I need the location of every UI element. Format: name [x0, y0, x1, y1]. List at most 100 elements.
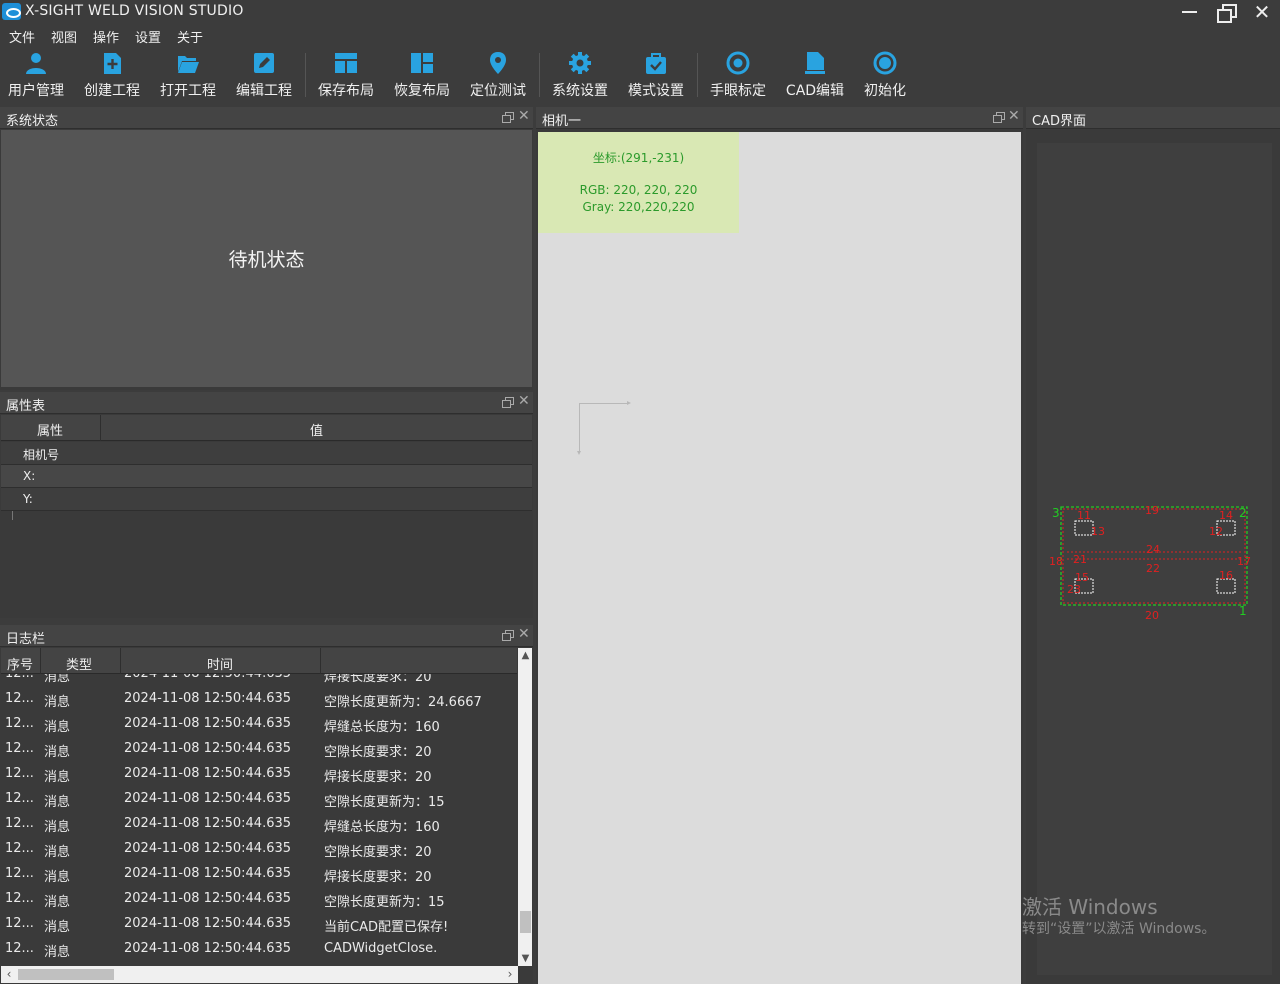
scroll-up-icon[interactable]: ▲ [518, 648, 532, 663]
log-row[interactable]: 12... 消息 2024-11-08 12:50:44.635 空隙长度要求：20 [1, 737, 517, 762]
hand-eye-calibration-button[interactable]: 手眼标定 [704, 49, 772, 101]
close-button[interactable]: ✕ [1244, 0, 1280, 24]
gear-icon [569, 52, 591, 74]
log-cell-message: 焊接长度要求：20 [324, 870, 432, 885]
user-icon [26, 53, 46, 74]
log-cell-type: 消息 [44, 695, 71, 710]
close-icon[interactable]: ✕ [1008, 108, 1020, 124]
initialize-label: 初始化 [864, 83, 906, 99]
column-divider [120, 648, 121, 674]
log-row[interactable]: 12... 消息 2024-11-08 12:50:44.635 空隙长度更新为：15 [1, 787, 517, 812]
column-header-property[interactable]: 属性 [37, 420, 63, 439]
table-row[interactable]: Y: [1, 488, 532, 511]
camera-view[interactable]: 坐标:(291,-231) RGB: 220, 220, 220 Gray: 2… [538, 132, 1021, 984]
float-icon[interactable] [502, 397, 514, 408]
log-row[interactable]: 12... 消息 2024-11-08 12:50:44.635 当前CAD配置已保存… [1, 912, 517, 937]
refresh-circle-icon [873, 51, 897, 75]
log-cell-time: 2024-11-08 12:50:44.635 [124, 941, 292, 956]
horizontal-scrollbar[interactable]: ‹ › [1, 966, 518, 983]
close-icon[interactable]: ✕ [518, 393, 530, 409]
menu-operate[interactable]: 操作 [93, 27, 119, 46]
mode-settings-button[interactable]: 模式设置 [622, 49, 690, 101]
log-row[interactable]: 12... 消息 2024-11-08 12:50:44.635 焊缝总长度为：160 [1, 712, 517, 737]
log-cell-time: 2024-11-08 12:50:44.635 [124, 816, 292, 831]
panel-title: 日志栏 [6, 632, 46, 647]
log-cell-time: 2024-11-08 12:50:44.635 [124, 716, 292, 731]
close-icon[interactable]: ✕ [518, 108, 530, 124]
scroll-down-icon[interactable]: ▼ [518, 951, 532, 966]
float-icon[interactable] [993, 112, 1005, 123]
log-cell-time: 2024-11-08 12:50:44.635 [124, 891, 292, 906]
pixel-info-overlay: 坐标:(291,-231) RGB: 220, 220, 220 Gray: 2… [538, 132, 739, 233]
log-cell-id: 12... [5, 791, 34, 806]
system-status-panel: 系统状态 ✕ 待机状态 [0, 107, 533, 390]
log-cell-type: 消息 [44, 795, 71, 810]
initialize-button[interactable]: 初始化 [854, 49, 916, 101]
axis-x-indicator [579, 401, 631, 405]
save-layout-label: 保存布局 [318, 83, 374, 99]
column-header-type[interactable]: 类型 [66, 654, 92, 673]
mode-settings-label: 模式设置 [628, 83, 684, 99]
log-cell-time: 2024-11-08 12:50:44.635 [124, 766, 292, 781]
log-cell-message: 空隙长度更新为：15 [324, 795, 445, 810]
log-cell-id: 12... [5, 766, 34, 781]
cad-label: 20 [1145, 609, 1159, 622]
open-project-button[interactable]: 打开工程 [154, 49, 222, 101]
edit-project-button[interactable]: 编辑工程 [230, 49, 298, 101]
cad-corner-label: 3 [1052, 506, 1060, 520]
cad-view[interactable]: 19 20 24 22 15 16 17 18 13 12 11 14 23 2… [1037, 143, 1272, 975]
log-row[interactable]: 12... 消息 2024-11-08 12:50:44.635 空隙长度更新为：24… [1, 687, 517, 712]
cad-edit-button[interactable]: CAD编辑 [780, 49, 850, 101]
menu-view[interactable]: 视图 [51, 27, 77, 46]
axis-y-indicator [577, 403, 581, 455]
log-row[interactable]: 12... 消息 2024-11-08 12:50:44.635 空隙长度更新为：15 [1, 887, 517, 912]
column-header-index[interactable]: 序号 [7, 654, 33, 673]
minimize-button[interactable] [1172, 0, 1208, 24]
log-row[interactable]: 12... 消息 2024-11-08 12:50:44.635 焊缝总长度为：160 [1, 812, 517, 837]
log-row[interactable]: 12... 消息 2024-11-08 12:50:44.635 空隙长度要求：20 [1, 837, 517, 862]
close-icon[interactable]: ✕ [518, 626, 530, 642]
create-project-button[interactable]: 创建工程 [78, 49, 146, 101]
scroll-right-icon[interactable]: › [502, 966, 518, 983]
positioning-test-button[interactable]: 定位测试 [464, 49, 532, 101]
log-row[interactable]: 12... 消息 2024-11-08 12:50:44.635 CADWidgetC… [1, 937, 517, 962]
log-cell-id: 12... [5, 841, 34, 856]
log-row[interactable]: 12... 消息 2024-11-08 12:50:44.635 焊接长度要求：20 [1, 762, 517, 787]
log-cell-message: CADWidgetClose. [324, 941, 438, 956]
vertical-scrollbar[interactable]: ▲ ▼ [518, 648, 532, 966]
cad-corner-label: 1 [1239, 604, 1247, 618]
user-management-button[interactable]: 用户管理 [2, 49, 70, 101]
restore-button[interactable] [1208, 0, 1244, 24]
log-cell-id: 12... [5, 741, 34, 756]
table-row[interactable]: X: [1, 465, 532, 488]
panel-header: 相机一 ✕ [536, 107, 1023, 129]
cad-label: 14 [1219, 509, 1233, 522]
log-cell-time: 2024-11-08 12:50:44.635 [124, 841, 292, 856]
scroll-thumb[interactable] [18, 969, 114, 980]
float-icon[interactable] [502, 630, 514, 641]
log-cell-message: 空隙长度要求：20 [324, 745, 432, 760]
save-layout-button[interactable]: 保存布局 [312, 49, 380, 101]
menu-file[interactable]: 文件 [9, 27, 35, 46]
briefcase-check-icon [646, 53, 666, 74]
menu-settings[interactable]: 设置 [135, 27, 161, 46]
log-cell-type: 消息 [44, 895, 71, 910]
log-cell-id: 12... [5, 716, 34, 731]
menu-about[interactable]: 关于 [177, 27, 203, 46]
column-header-value[interactable]: 值 [310, 420, 323, 439]
table-row[interactable]: 相机号 [1, 442, 532, 465]
restore-layout-label: 恢复布局 [394, 83, 450, 99]
restore-layout-button[interactable]: 恢复布局 [388, 49, 456, 101]
property-name: Y: [23, 492, 33, 506]
log-cell-message: 焊缝总长度为：160 [324, 820, 440, 835]
column-header-time[interactable]: 时间 [207, 654, 233, 673]
scroll-left-icon[interactable]: ‹ [1, 966, 17, 983]
cad-label: 22 [1146, 562, 1160, 575]
log-row[interactable]: 12... 消息 2024-11-08 12:50:44.635 焊接长度要求：20 [1, 862, 517, 887]
menu-bar: 文件 视图 操作 设置 关于 [0, 25, 1280, 47]
scroll-thumb[interactable] [520, 911, 531, 933]
activation-watermark-hint: 转到“设置”以激活 Windows。 [1022, 921, 1216, 937]
system-settings-button[interactable]: 系统设置 [546, 49, 614, 101]
float-icon[interactable] [502, 112, 514, 123]
folder-open-icon [178, 56, 199, 73]
